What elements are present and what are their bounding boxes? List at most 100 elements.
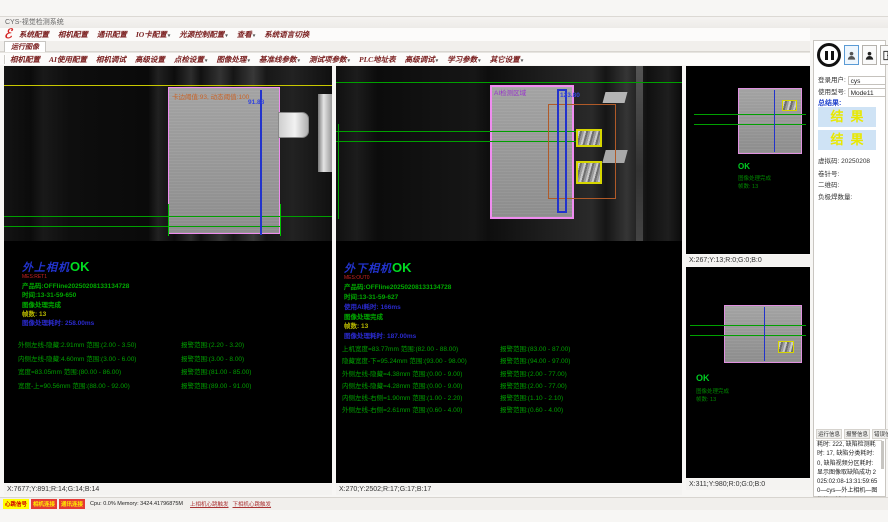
tab-bar: 运行图像	[0, 41, 810, 52]
part-region	[738, 88, 802, 154]
menu-item[interactable]: 通讯配置	[97, 29, 127, 40]
alarm-range: 报警范围:(2.20 - 3.20)	[181, 339, 244, 353]
measurement-value: 隐藏宽度-下=95.24mm 范围:(93.00 - 98.00)	[342, 355, 500, 367]
measure-value-label: 123.80	[560, 92, 580, 99]
toolbar-item[interactable]: 图像处理▾	[216, 54, 250, 65]
pause-icon	[825, 51, 828, 60]
ai-region-label: AI检测区域	[494, 87, 526, 97]
measurement-row: 外侧左线-隐藏:2.91mm 范围:(2.00 - 3.50)报警范围:(2.2…	[18, 339, 330, 353]
heartbeat-trigger-link[interactable]: 下相机心跳触发	[233, 500, 272, 508]
camera-name: 外上相机	[22, 262, 70, 274]
measurement-row: 隐藏宽度-下=95.24mm 范围:(93.00 - 98.00)报警范围:(9…	[342, 355, 680, 367]
overlay-yellow-box	[778, 341, 794, 353]
camera-view-small-top[interactable]: OK 图像处理完成 帧数: 13	[686, 66, 810, 254]
measurement-value: 外侧左线-隐藏:2.91mm 范围:(2.00 - 3.50)	[18, 339, 181, 353]
toolbar-item[interactable]: 高级设置	[135, 54, 165, 65]
menu-item[interactable]: 光源控制配置▾	[179, 29, 228, 40]
overlay-blue-rect	[557, 89, 567, 213]
toolbar-item[interactable]: 点检设置▾	[174, 54, 208, 65]
log-tab[interactable]: 错误信息	[872, 429, 888, 439]
toolbar-item[interactable]: 相机调试	[96, 54, 126, 65]
app-window: CYS-视觉检测系统 ℰ 系统配置 相机配置 通讯配置 IO卡配置▾ 光源控制配…	[0, 0, 888, 522]
overlay-green-line	[336, 131, 576, 132]
connector-tab	[278, 112, 309, 138]
toolbar-item[interactable]: 高级调试▾	[405, 54, 439, 65]
chevron-down-icon: ▾	[225, 34, 228, 39]
frame-count: 帧数: 13	[738, 182, 758, 190]
menu-item[interactable]: IO卡配置▾	[136, 29, 170, 40]
model-field: 使用型号: Mode11	[818, 86, 886, 97]
part-region	[168, 87, 280, 234]
toolbar-item[interactable]: PLC地址表	[359, 54, 396, 65]
result-box-2: 结果	[818, 130, 876, 150]
toolbar-item[interactable]: 基准线参数▾	[259, 54, 300, 65]
measurement-value: 内侧左线-隐藏:4.60mm 范围:(3.00 - 6.00)	[18, 353, 181, 367]
overlay-green-vline	[168, 204, 169, 236]
status-ok: OK	[70, 259, 90, 274]
measurement-row: 内侧左线-隐藏=4.28mm 范围:(0.00 - 9.00)报警范围:(2.0…	[342, 380, 680, 392]
menu-item[interactable]: 相机配置	[58, 29, 88, 40]
measurement-row: 外侧左线-隐藏=4.38mm 范围:(0.00 - 9.00)报警范围:(2.0…	[342, 368, 680, 380]
menu-item[interactable]: 系统语言切换	[264, 29, 309, 40]
camera-view-small-bottom[interactable]: OK 图像处理完成 帧数: 13	[686, 267, 810, 478]
toolbar-item[interactable]: AI使用配置	[49, 54, 87, 65]
process-time: 图像处理耗时: 258.00ms	[22, 317, 94, 327]
overlay-green-line	[690, 325, 806, 326]
metal-column	[636, 66, 643, 241]
overlay-blue-line	[764, 307, 765, 361]
chevron-down-icon: ▾	[521, 59, 524, 64]
alarm-range: 报警范围:(83.00 - 87.00)	[500, 343, 570, 355]
pixel-info-small-bottom: X:311;Y:980;R:0;G:0;B:0	[686, 479, 810, 490]
status-ok: OK	[392, 260, 412, 275]
user-login-button[interactable]	[844, 45, 859, 65]
frame-count: 帧数: 13	[696, 395, 716, 403]
measurement-value: 宽度=83.05mm 范围:(80.00 - 86.00)	[18, 366, 181, 380]
measurement-row: 上机宽度=83.77mm 范围:(82.00 - 88.00)报警范围:(83.…	[342, 343, 680, 355]
bright-edge	[318, 94, 332, 172]
ai-time: 使用AI耗时: 166ms	[344, 301, 401, 311]
process-done: 图像处理完成	[696, 387, 729, 395]
overlay-blue-line	[260, 90, 262, 235]
tab-run-image[interactable]: 运行图像	[4, 41, 46, 52]
metal-piece	[603, 92, 628, 103]
overlay-green-line	[4, 226, 280, 227]
anode-weld-count-field: 负极焊数量:	[818, 191, 852, 201]
toolbar-item[interactable]: 其它设置▾	[490, 54, 524, 65]
camera-name: 外下相机	[344, 263, 392, 275]
menu-bar: ℰ 系统配置 相机配置 通讯配置 IO卡配置▾ 光源控制配置▾ 查看▾ 系统语言…	[0, 28, 810, 41]
camera-view-left[interactable]: 卡边阈值:93, 动态阈值:100 91.88 外上相机OK MES:RET1 …	[4, 66, 332, 483]
user-switch-button[interactable]	[862, 45, 877, 65]
measurement-value: 宽度-上=90.56mm 范围:(88.00 - 92.00)	[18, 380, 181, 394]
chevron-down-icon: ▾	[297, 59, 300, 64]
camera-view-middle[interactable]: AI检测区域 123.80 外下相机OK MES:OUT0 产品码:OFFlin…	[336, 66, 682, 483]
pixel-info-left: X:7677;Y:891;R:14;G:14;B:14	[4, 484, 332, 495]
toolbar-grip[interactable]	[4, 55, 6, 64]
log-tab[interactable]: 报警信息	[844, 429, 870, 439]
alarm-range: 报警范围:(89.00 - 91.00)	[181, 380, 251, 394]
toolbar-item[interactable]: 测试项参数▾	[309, 54, 350, 65]
overlay-green-line	[694, 114, 806, 115]
toolbar-item[interactable]: 相机配置	[10, 54, 40, 65]
toolbar-item[interactable]: 学习参数▾	[447, 54, 481, 65]
pause-button[interactable]	[817, 43, 841, 67]
cpu-memory-text: Cpu: 0.0% Memory: 3424.41796875M	[90, 501, 183, 507]
pixel-info-middle: X:270;Y:2502;R:17;G:17;B:17	[336, 484, 682, 495]
log-tab[interactable]: 运行信息	[816, 429, 842, 439]
model-input[interactable]: Mode11	[848, 88, 886, 97]
camera-image-middle: AI检测区域 123.80	[336, 66, 682, 241]
menu-item[interactable]: 查看▾	[237, 29, 256, 40]
frame-count: 帧数: 13	[344, 320, 368, 330]
log-scrollbar[interactable]	[881, 441, 884, 469]
logout-button[interactable]	[880, 45, 888, 65]
toolbar: 相机配置 AI使用配置 相机调试 高级设置 点检设置▾ 图像处理▾ 基准线参数▾…	[0, 52, 810, 65]
chevron-down-icon: ▾	[347, 59, 350, 64]
login-user-input[interactable]: cys	[848, 76, 886, 85]
sidebar-buttons	[817, 43, 888, 67]
measurement-value: 外侧左线-隐藏=4.38mm 范围:(0.00 - 9.00)	[342, 368, 500, 380]
chevron-down-icon: ▾	[205, 59, 208, 64]
heartbeat-trigger-link[interactable]: 上相机心跳触发	[190, 500, 229, 508]
measurement-row: 内侧左线-隐藏:4.60mm 范围:(3.00 - 6.00)报警范围:(3.0…	[18, 353, 330, 367]
measurement-row: 外侧左线-右侧=2.61mm 范围:(0.60 - 4.00)报警范围:(0.6…	[342, 404, 680, 416]
overlay-green-line	[690, 335, 806, 336]
menu-item[interactable]: 系统配置	[19, 29, 49, 40]
